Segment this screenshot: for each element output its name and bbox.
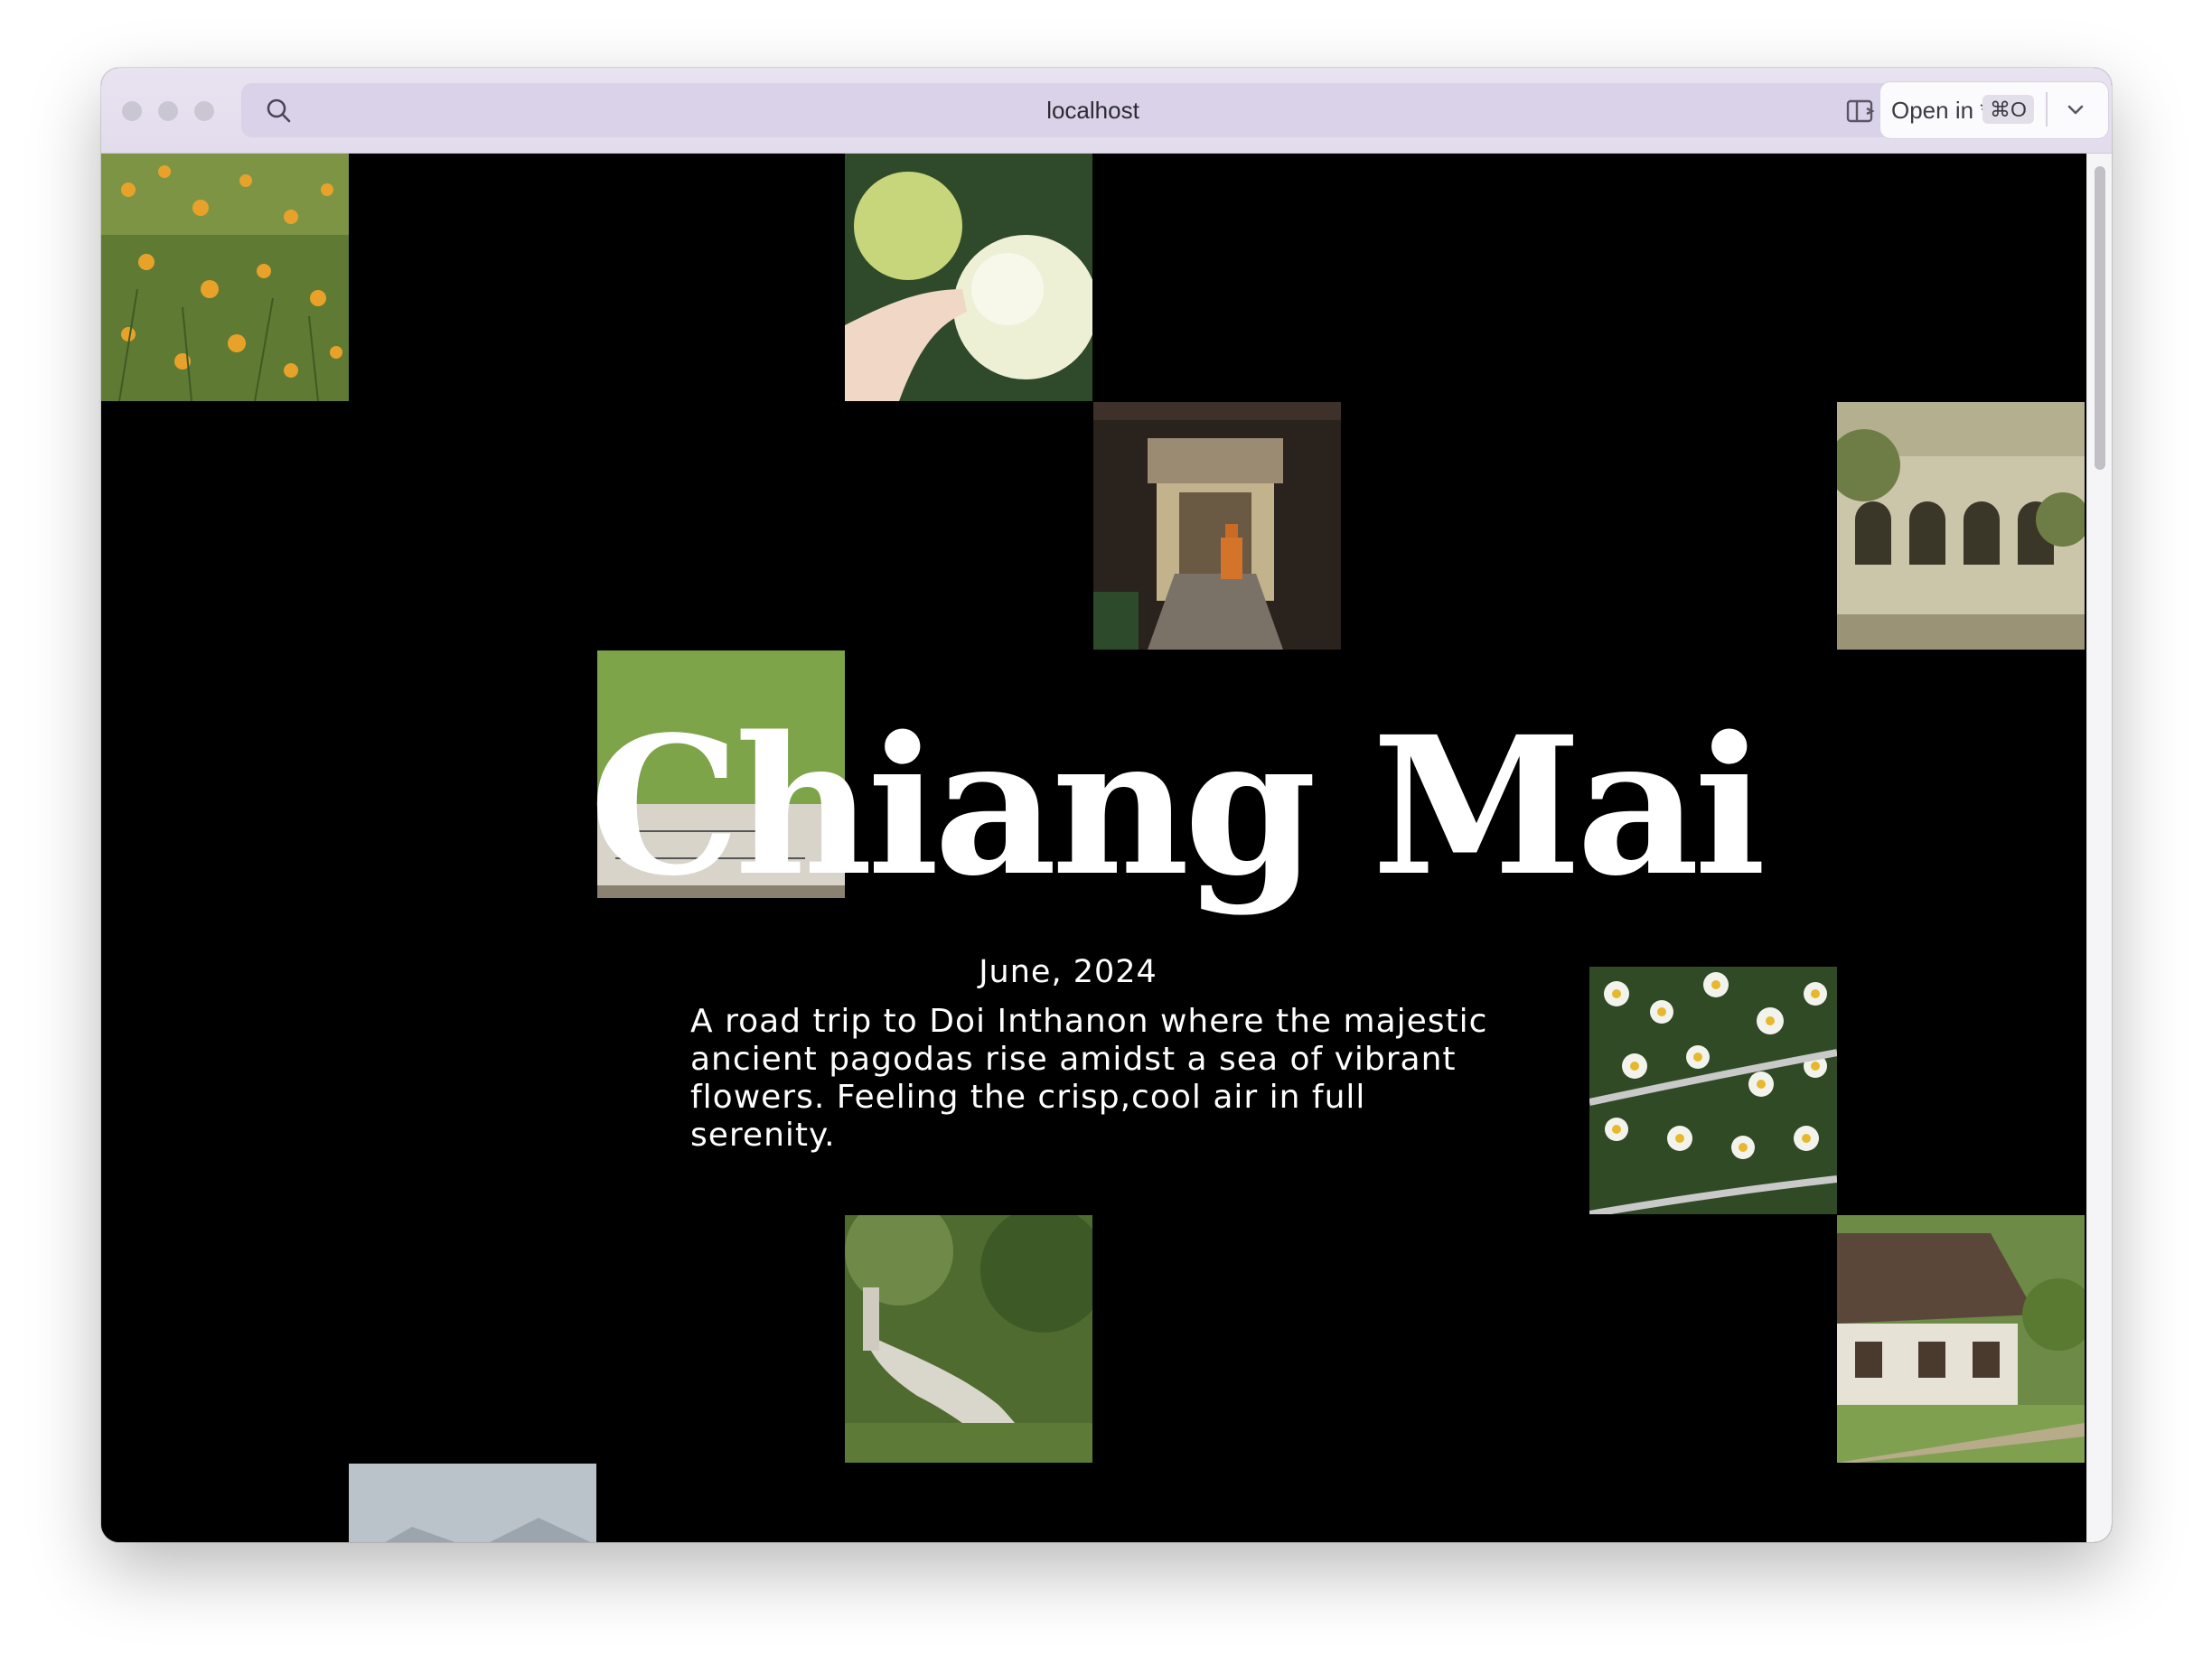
url-text: localhost bbox=[1046, 97, 1139, 124]
page-content: Chiang Mai June, 2024 A road trip to Doi… bbox=[101, 154, 2086, 1542]
close-window-button[interactable] bbox=[122, 101, 142, 121]
photo-daisies bbox=[1589, 967, 1837, 1214]
minimize-window-button[interactable] bbox=[158, 101, 178, 121]
photo-misty-mountains bbox=[349, 1464, 596, 1542]
address-bar[interactable]: localhost bbox=[241, 83, 1945, 137]
photo-naga-statue bbox=[845, 1215, 1092, 1463]
open-in-shortcut: ⌘O bbox=[1982, 95, 2034, 124]
sidebar-toggle-icon[interactable] bbox=[1845, 97, 1878, 126]
scrollbar-thumb[interactable] bbox=[2095, 166, 2105, 470]
trip-date: June, 2024 bbox=[979, 954, 1158, 990]
photo-orange-wildflowers bbox=[101, 154, 349, 401]
vertical-scrollbar[interactable] bbox=[2086, 154, 2112, 1542]
page-title: Chiang Mai bbox=[589, 695, 1767, 918]
chevron-down-icon[interactable] bbox=[2064, 98, 2087, 121]
photo-hydrangea-hand bbox=[845, 154, 1092, 401]
trip-description: A road trip to Doi Inthanon where the ma… bbox=[690, 1003, 1488, 1154]
browser-toolbar: localhost Open in * bbox=[101, 68, 2112, 154]
browser-window: localhost Open in * Chiang Mai June, 202… bbox=[101, 68, 2112, 1542]
photo-temple-arches bbox=[1837, 402, 2085, 650]
open-in-divider bbox=[2046, 92, 2048, 126]
zoom-window-button[interactable] bbox=[194, 101, 214, 121]
photo-wooden-house bbox=[1837, 1215, 2085, 1463]
photo-monk-temple-gate bbox=[1093, 402, 1341, 650]
open-in-group: ⌘O bbox=[1879, 81, 2107, 137]
